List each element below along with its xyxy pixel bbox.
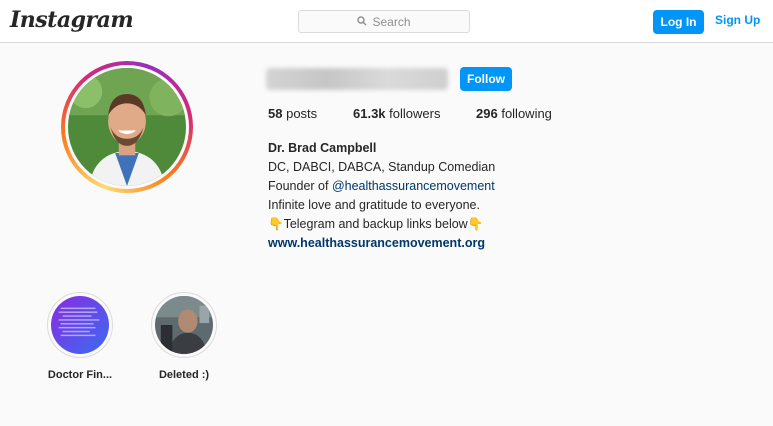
- posts-label: posts: [286, 106, 318, 121]
- bio-telegram-text: Telegram and backup links below: [283, 217, 468, 231]
- search-icon: [357, 13, 367, 31]
- followers-count: 61.3k: [353, 106, 386, 121]
- pointing-down-icon: 👇: [467, 217, 484, 231]
- profile-bio: Dr. Brad Campbell DC, DABCI, DABCA, Stan…: [268, 139, 495, 253]
- highlight-label: Deleted :): [158, 369, 210, 381]
- search-placeholder: Search: [372, 14, 411, 29]
- highlight-cover-image: [155, 296, 213, 354]
- profile-avatar[interactable]: [61, 61, 193, 193]
- bio-line-founder: Founder of @healthassurancemovement: [268, 177, 495, 196]
- highlight-cover-image: [51, 296, 109, 354]
- following-label: following: [501, 106, 552, 121]
- pointing-down-icon: 👇: [268, 217, 284, 231]
- bio-line-credentials: DC, DABCI, DABCA, Standup Comedian: [268, 160, 496, 174]
- top-navigation-bar: Instagram Search Log In Sign Up: [0, 0, 773, 43]
- follow-button[interactable]: Follow: [460, 67, 512, 91]
- instagram-logo[interactable]: Instagram: [10, 7, 134, 33]
- profile-photo: [68, 68, 186, 186]
- followers-label: followers: [389, 106, 441, 121]
- username-blurred: [266, 68, 448, 90]
- bio-website-link[interactable]: www.healthassurancemovement.org: [268, 234, 495, 253]
- profile-full-name: Dr. Brad Campbell: [268, 141, 377, 155]
- signup-link[interactable]: Sign Up: [715, 13, 760, 27]
- followers-stat[interactable]: 61.3k followers: [353, 106, 440, 121]
- following-stat[interactable]: 296 following: [476, 106, 552, 121]
- posts-stat: 58 posts: [268, 106, 317, 121]
- bio-mention-link[interactable]: @healthassurancemovement: [332, 179, 495, 193]
- bio-line-telegram: 👇Telegram and backup links below👇: [268, 215, 495, 234]
- login-button[interactable]: Log In: [653, 10, 704, 34]
- following-count: 296: [476, 106, 498, 121]
- story-highlight[interactable]: Deleted :): [151, 292, 217, 381]
- posts-count: 58: [268, 106, 283, 121]
- bio-line-gratitude: Infinite love and gratitude to everyone.: [268, 198, 480, 212]
- search-input[interactable]: Search: [298, 10, 470, 33]
- highlight-label: Doctor Fin...: [47, 369, 113, 381]
- story-highlight[interactable]: Doctor Fin...: [47, 292, 113, 381]
- bio-founder-prefix: Founder of: [268, 179, 332, 193]
